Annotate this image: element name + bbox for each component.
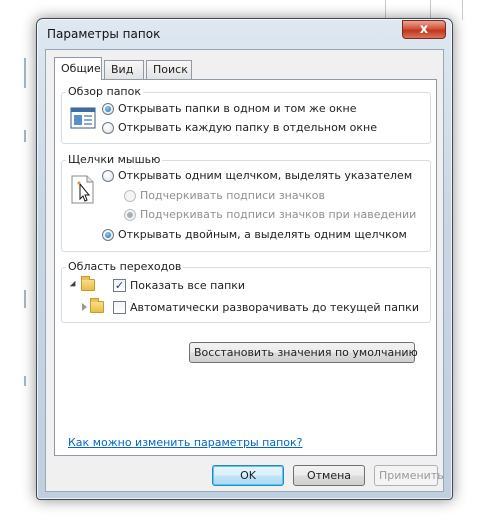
radio-button <box>124 189 136 202</box>
radio-separate-window-label: Открывать каждую папку в отдельном окне <box>118 121 377 134</box>
tree-item-show-all <box>69 276 101 291</box>
navigation-pane-group: Область переходов ✓ Показать все папки А… <box>61 260 431 323</box>
cancel-button[interactable]: Отмена <box>293 465 365 486</box>
radio-double-click[interactable]: Открывать двойным, а выделять одним щелч… <box>102 228 407 241</box>
ok-button[interactable]: OK <box>212 465 284 486</box>
tab-panel-general: Обзор папок Открывать папки в одном и то… <box>54 79 437 456</box>
checkbox-show-all-folders[interactable]: ✓ Показать все папки <box>113 279 245 292</box>
tab-view[interactable]: Вид <box>104 60 144 79</box>
tab-general[interactable]: Общие <box>54 57 102 80</box>
radio-single-click-label: Открывать одним щелчком, выделять указат… <box>118 169 413 182</box>
restore-defaults-button[interactable]: Восстановить значения по умолчанию <box>189 342 418 363</box>
pointer-document-icon <box>71 175 94 204</box>
tree-item-auto-expand <box>82 298 110 313</box>
radio-double-click-label: Открывать двойным, а выделять одним щелч… <box>118 228 407 241</box>
radio-separate-window[interactable]: Открывать каждую папку в отдельном окне <box>102 121 377 134</box>
radio-button[interactable] <box>102 169 114 182</box>
close-button[interactable]: x <box>402 20 446 39</box>
radio-same-window[interactable]: Открывать папки в одном и том же окне <box>102 102 357 115</box>
apply-button: Применить <box>374 465 444 486</box>
radio-underline-always: Подчеркивать подписи значков <box>124 189 325 202</box>
radio-button <box>124 208 136 221</box>
click-items-label: Щелчки мышью <box>66 153 163 166</box>
browse-folders-label: Обзор папок <box>66 85 143 98</box>
folder-icon <box>90 298 104 313</box>
folder-icon <box>81 276 95 291</box>
navigation-pane-label: Область переходов <box>66 260 184 273</box>
radio-button[interactable] <box>102 121 114 134</box>
radio-underline-hover: Подчеркивать подписи значков при наведен… <box>124 208 416 221</box>
browse-folders-group: Обзор папок Открывать папки в одном и то… <box>61 85 431 144</box>
click-items-group: Щелчки мышью Открывать одним щелчком, вы… <box>61 153 431 252</box>
dialog-client-area: Общие Вид Поиск Обзор папок Открывать па <box>45 49 444 492</box>
help-link[interactable]: Как можно изменить параметры папок? <box>68 436 302 449</box>
window-preview-icon <box>70 107 96 129</box>
checkbox-checked[interactable]: ✓ <box>113 279 126 292</box>
checkbox-auto-expand-label: Автоматически разворачивать до текущей п… <box>130 301 419 314</box>
radio-button[interactable] <box>102 228 114 241</box>
radio-underline-always-label: Подчеркивать подписи значков <box>140 189 325 202</box>
window-title: Параметры папок <box>47 27 161 41</box>
radio-same-window-label: Открывать папки в одном и том же окне <box>118 102 357 115</box>
radio-button[interactable] <box>102 102 114 115</box>
tree-collapsed-arrow-icon <box>82 303 87 311</box>
checkbox-show-all-folders-label: Показать все папки <box>130 279 246 292</box>
folder-options-dialog: Параметры папок x Общие Вид Поиск Обзор … <box>36 18 453 500</box>
radio-single-click[interactable]: Открывать одним щелчком, выделять указат… <box>102 169 412 182</box>
checkbox-unchecked[interactable] <box>113 301 126 314</box>
radio-underline-hover-label: Подчеркивать подписи значков при наведен… <box>140 208 417 221</box>
tab-search[interactable]: Поиск <box>146 60 192 79</box>
tree-expanded-arrow-icon <box>69 280 79 290</box>
checkbox-auto-expand[interactable]: Автоматически разворачивать до текущей п… <box>113 301 419 314</box>
